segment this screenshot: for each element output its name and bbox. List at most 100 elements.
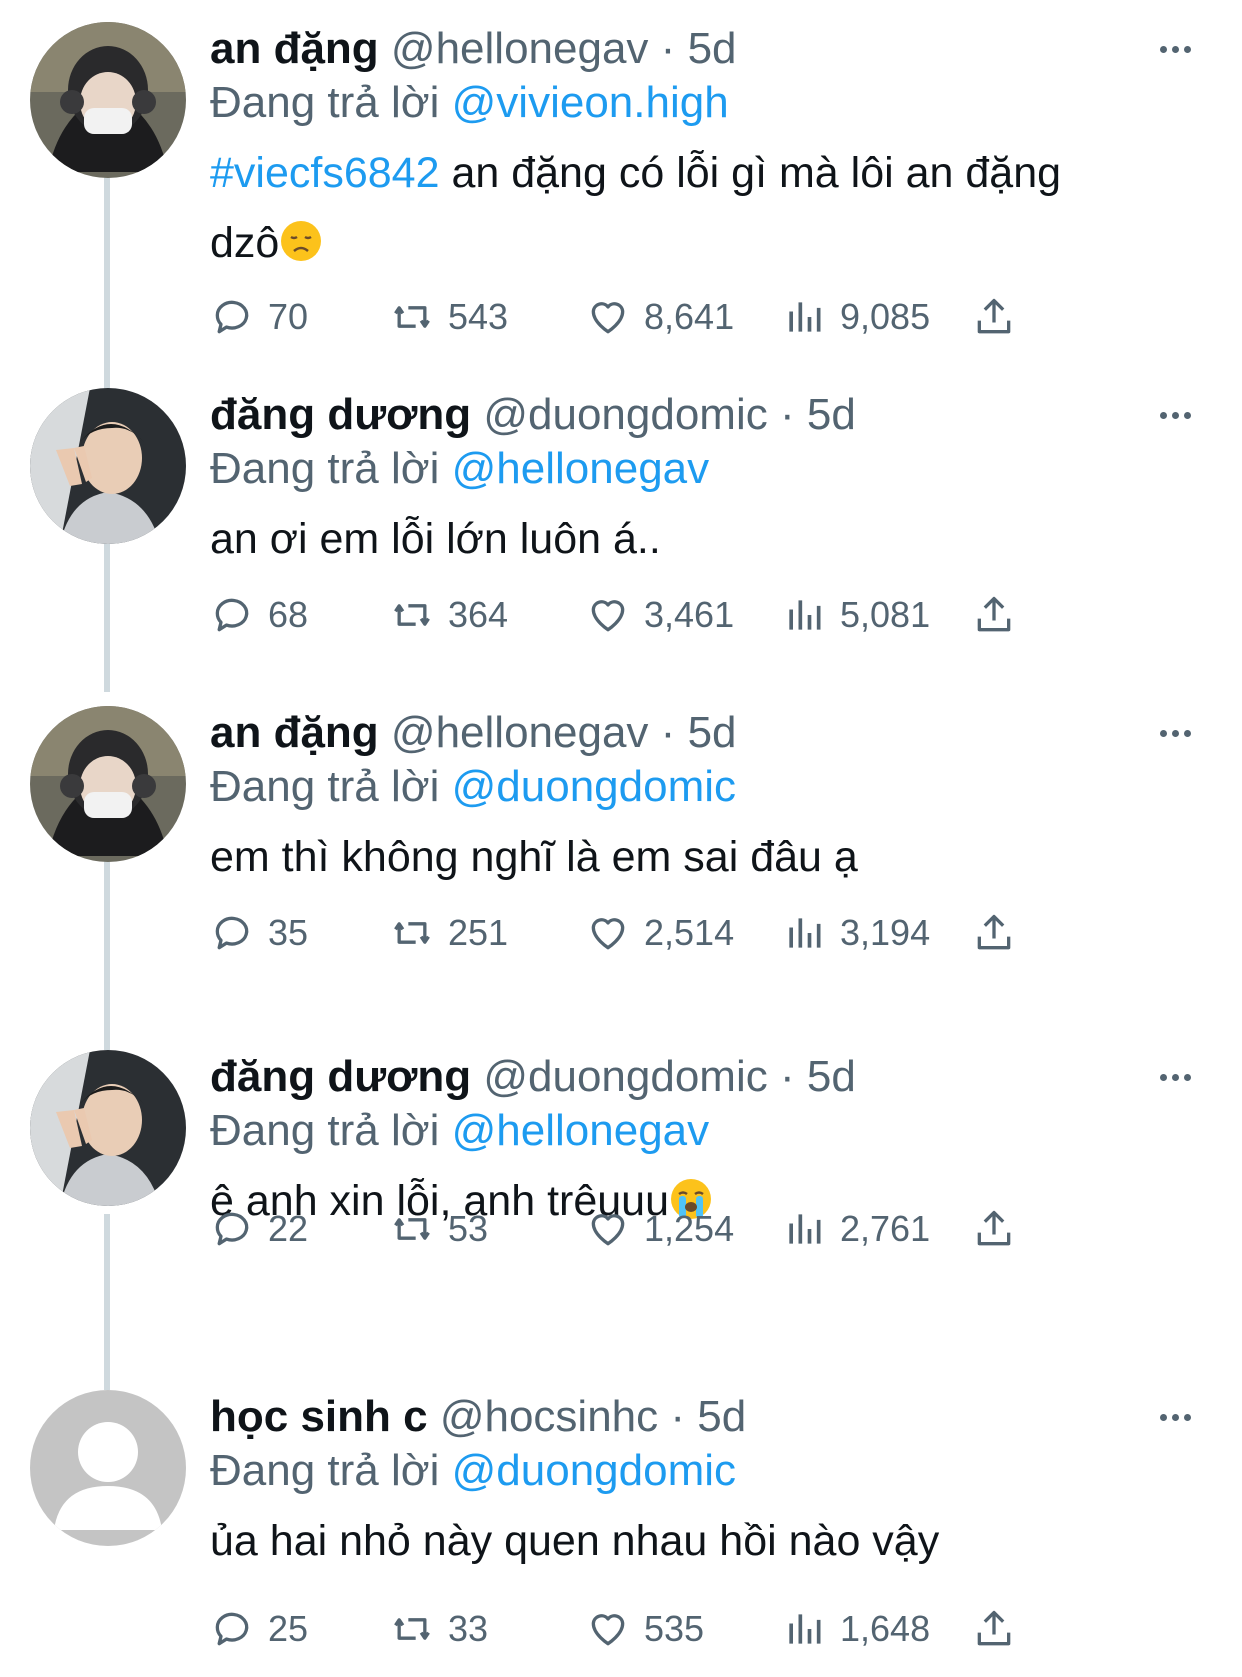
share-button[interactable]: [972, 292, 1030, 342]
username[interactable]: @duongdomic: [483, 1052, 767, 1101]
views-button[interactable]: 5,081: [782, 590, 930, 640]
username[interactable]: @hellonegav: [391, 708, 649, 757]
tweet-text: ủa hai nhỏ này quen nhau hồi nào vậy: [210, 1517, 940, 1565]
tweet-text: em thì không nghĩ là em sai đâu ạ: [210, 833, 858, 881]
tweet-text-part: dzô: [210, 219, 280, 267]
like-button[interactable]: 3,461: [586, 590, 734, 640]
like-button[interactable]: 535: [586, 1604, 704, 1654]
view-count: 2,761: [840, 1208, 931, 1249]
more-options-icon[interactable]: [1160, 724, 1200, 738]
more-options-icon[interactable]: [1160, 1068, 1200, 1082]
retweet-icon: [394, 306, 430, 328]
reply-icon: [215, 300, 249, 334]
like-count: 2,514: [644, 912, 735, 953]
views-button[interactable]: 9,085: [782, 292, 930, 342]
avatar[interactable]: [30, 1390, 186, 1546]
share-icon: [977, 1610, 1011, 1646]
like-count: 3,461: [644, 594, 735, 635]
more-options-icon[interactable]: [1160, 406, 1200, 420]
more-options-icon[interactable]: [1160, 1408, 1200, 1422]
reply-icon: [215, 916, 249, 950]
username[interactable]: @hocsinhc: [440, 1392, 658, 1441]
avatar[interactable]: [30, 388, 186, 544]
timestamp[interactable]: 5d: [688, 24, 737, 73]
share-button[interactable]: [972, 1604, 1030, 1654]
views-button[interactable]: 1,648: [782, 1604, 930, 1654]
retweet-button[interactable]: 53: [390, 1204, 488, 1254]
view-count: 5,081: [840, 594, 931, 635]
reply-prefix: Đang trả lời: [210, 1106, 440, 1155]
reply-button[interactable]: 22: [210, 1204, 308, 1254]
retweet-count: 33: [448, 1608, 489, 1649]
retweet-button[interactable]: 543: [390, 292, 508, 342]
tweet-text-part: an đặng có lỗi gì mà lôi an đặng: [439, 149, 1062, 197]
display-name[interactable]: học sinh c: [210, 1392, 428, 1441]
dot-separator: ·: [779, 1052, 795, 1101]
share-button[interactable]: [972, 908, 1030, 958]
reply-mention-link[interactable]: @duongdomic: [452, 1446, 736, 1495]
view-count: 1,648: [840, 1608, 931, 1649]
bar-chart-icon: [789, 600, 821, 630]
username[interactable]: @hellonegav: [391, 24, 649, 73]
username[interactable]: @duongdomic: [483, 390, 767, 439]
reply-button[interactable]: 68: [210, 590, 308, 640]
share-icon: [977, 596, 1011, 632]
dot-separator: ·: [670, 1392, 686, 1441]
reply-count: 68: [268, 594, 309, 635]
reply-icon: [215, 1212, 249, 1246]
heart-icon: [591, 302, 625, 334]
like-button[interactable]: 8,641: [586, 292, 734, 342]
reply-prefix: Đang trả lời: [210, 444, 440, 493]
timestamp[interactable]: 5d: [807, 390, 856, 439]
tweet-actions: 22 53 1,254 2,761: [210, 1204, 1110, 1254]
heart-icon: [591, 1614, 625, 1646]
bar-chart-icon: [789, 1614, 821, 1644]
tweet-actions: 68 364 3,461 5,081: [210, 590, 1110, 640]
reply-mention-link[interactable]: @duongdomic: [452, 762, 736, 811]
reply-button[interactable]: 70: [210, 292, 308, 342]
reply-mention-link[interactable]: @vivieon.high: [452, 78, 729, 127]
display-name[interactable]: đăng dương: [210, 390, 471, 439]
avatar[interactable]: [30, 706, 186, 862]
heart-icon: [591, 600, 625, 632]
thread-line: [104, 174, 110, 392]
reply-icon: [215, 1612, 249, 1646]
reply-mention-link[interactable]: @hellonegav: [452, 1106, 710, 1155]
reply-prefix: Đang trả lời: [210, 762, 440, 811]
reply-count: 25: [268, 1608, 309, 1649]
timestamp[interactable]: 5d: [688, 708, 737, 757]
dot-separator: ·: [660, 708, 676, 757]
view-count: 9,085: [840, 296, 931, 337]
thread-line: [104, 858, 110, 1050]
bar-chart-icon: [789, 302, 821, 332]
like-count: 1,254: [644, 1208, 735, 1249]
display-name[interactable]: an đặng: [210, 708, 379, 757]
hashtag-link[interactable]: #viecfs6842: [210, 149, 440, 197]
timestamp[interactable]: 5d: [807, 1052, 856, 1101]
share-button[interactable]: [972, 590, 1030, 640]
retweet-icon: [394, 1218, 430, 1240]
retweet-count: 364: [448, 594, 509, 635]
avatar[interactable]: [30, 1050, 186, 1206]
reply-count: 35: [268, 912, 309, 953]
thread-line: [104, 540, 110, 692]
retweet-button[interactable]: 364: [390, 590, 508, 640]
like-button[interactable]: 2,514: [586, 908, 734, 958]
timestamp[interactable]: 5d: [697, 1392, 746, 1441]
like-button[interactable]: 1,254: [586, 1204, 734, 1254]
reply-button[interactable]: 35: [210, 908, 308, 958]
display-name[interactable]: an đặng: [210, 24, 379, 73]
more-options-icon[interactable]: [1160, 40, 1200, 54]
reply-count: 70: [268, 296, 309, 337]
retweet-button[interactable]: 33: [390, 1604, 488, 1654]
share-button[interactable]: [972, 1204, 1030, 1254]
reply-mention-link[interactable]: @hellonegav: [452, 444, 710, 493]
reply-button[interactable]: 25: [210, 1604, 308, 1654]
views-button[interactable]: 3,194: [782, 908, 930, 958]
display-name[interactable]: đăng dương: [210, 1052, 471, 1101]
views-button[interactable]: 2,761: [782, 1204, 930, 1254]
retweet-icon: [394, 922, 430, 944]
avatar[interactable]: [30, 22, 186, 178]
retweet-button[interactable]: 251: [390, 908, 508, 958]
share-icon: [977, 298, 1011, 334]
